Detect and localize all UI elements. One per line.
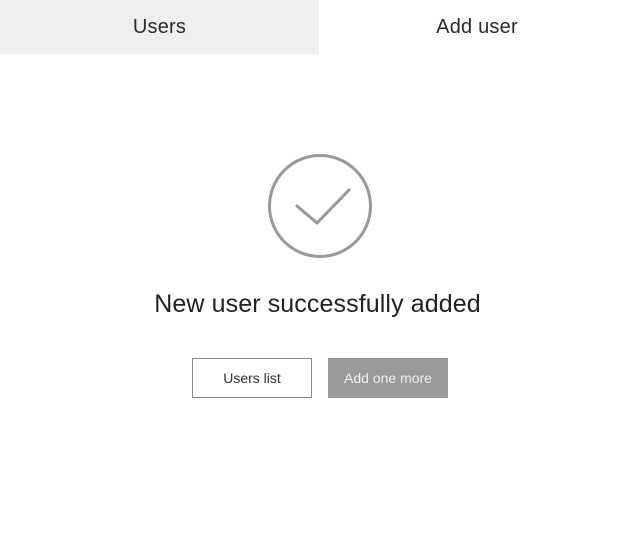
- add-one-more-button[interactable]: Add one more: [328, 358, 448, 398]
- tab-add-user[interactable]: Add user: [319, 0, 635, 54]
- users-list-button[interactable]: Users list: [192, 358, 312, 398]
- tab-users[interactable]: Users: [0, 0, 319, 54]
- check-circle-icon: [268, 154, 372, 258]
- success-message: New user successfully added: [154, 290, 481, 318]
- tab-bar: Users Add user: [0, 0, 635, 54]
